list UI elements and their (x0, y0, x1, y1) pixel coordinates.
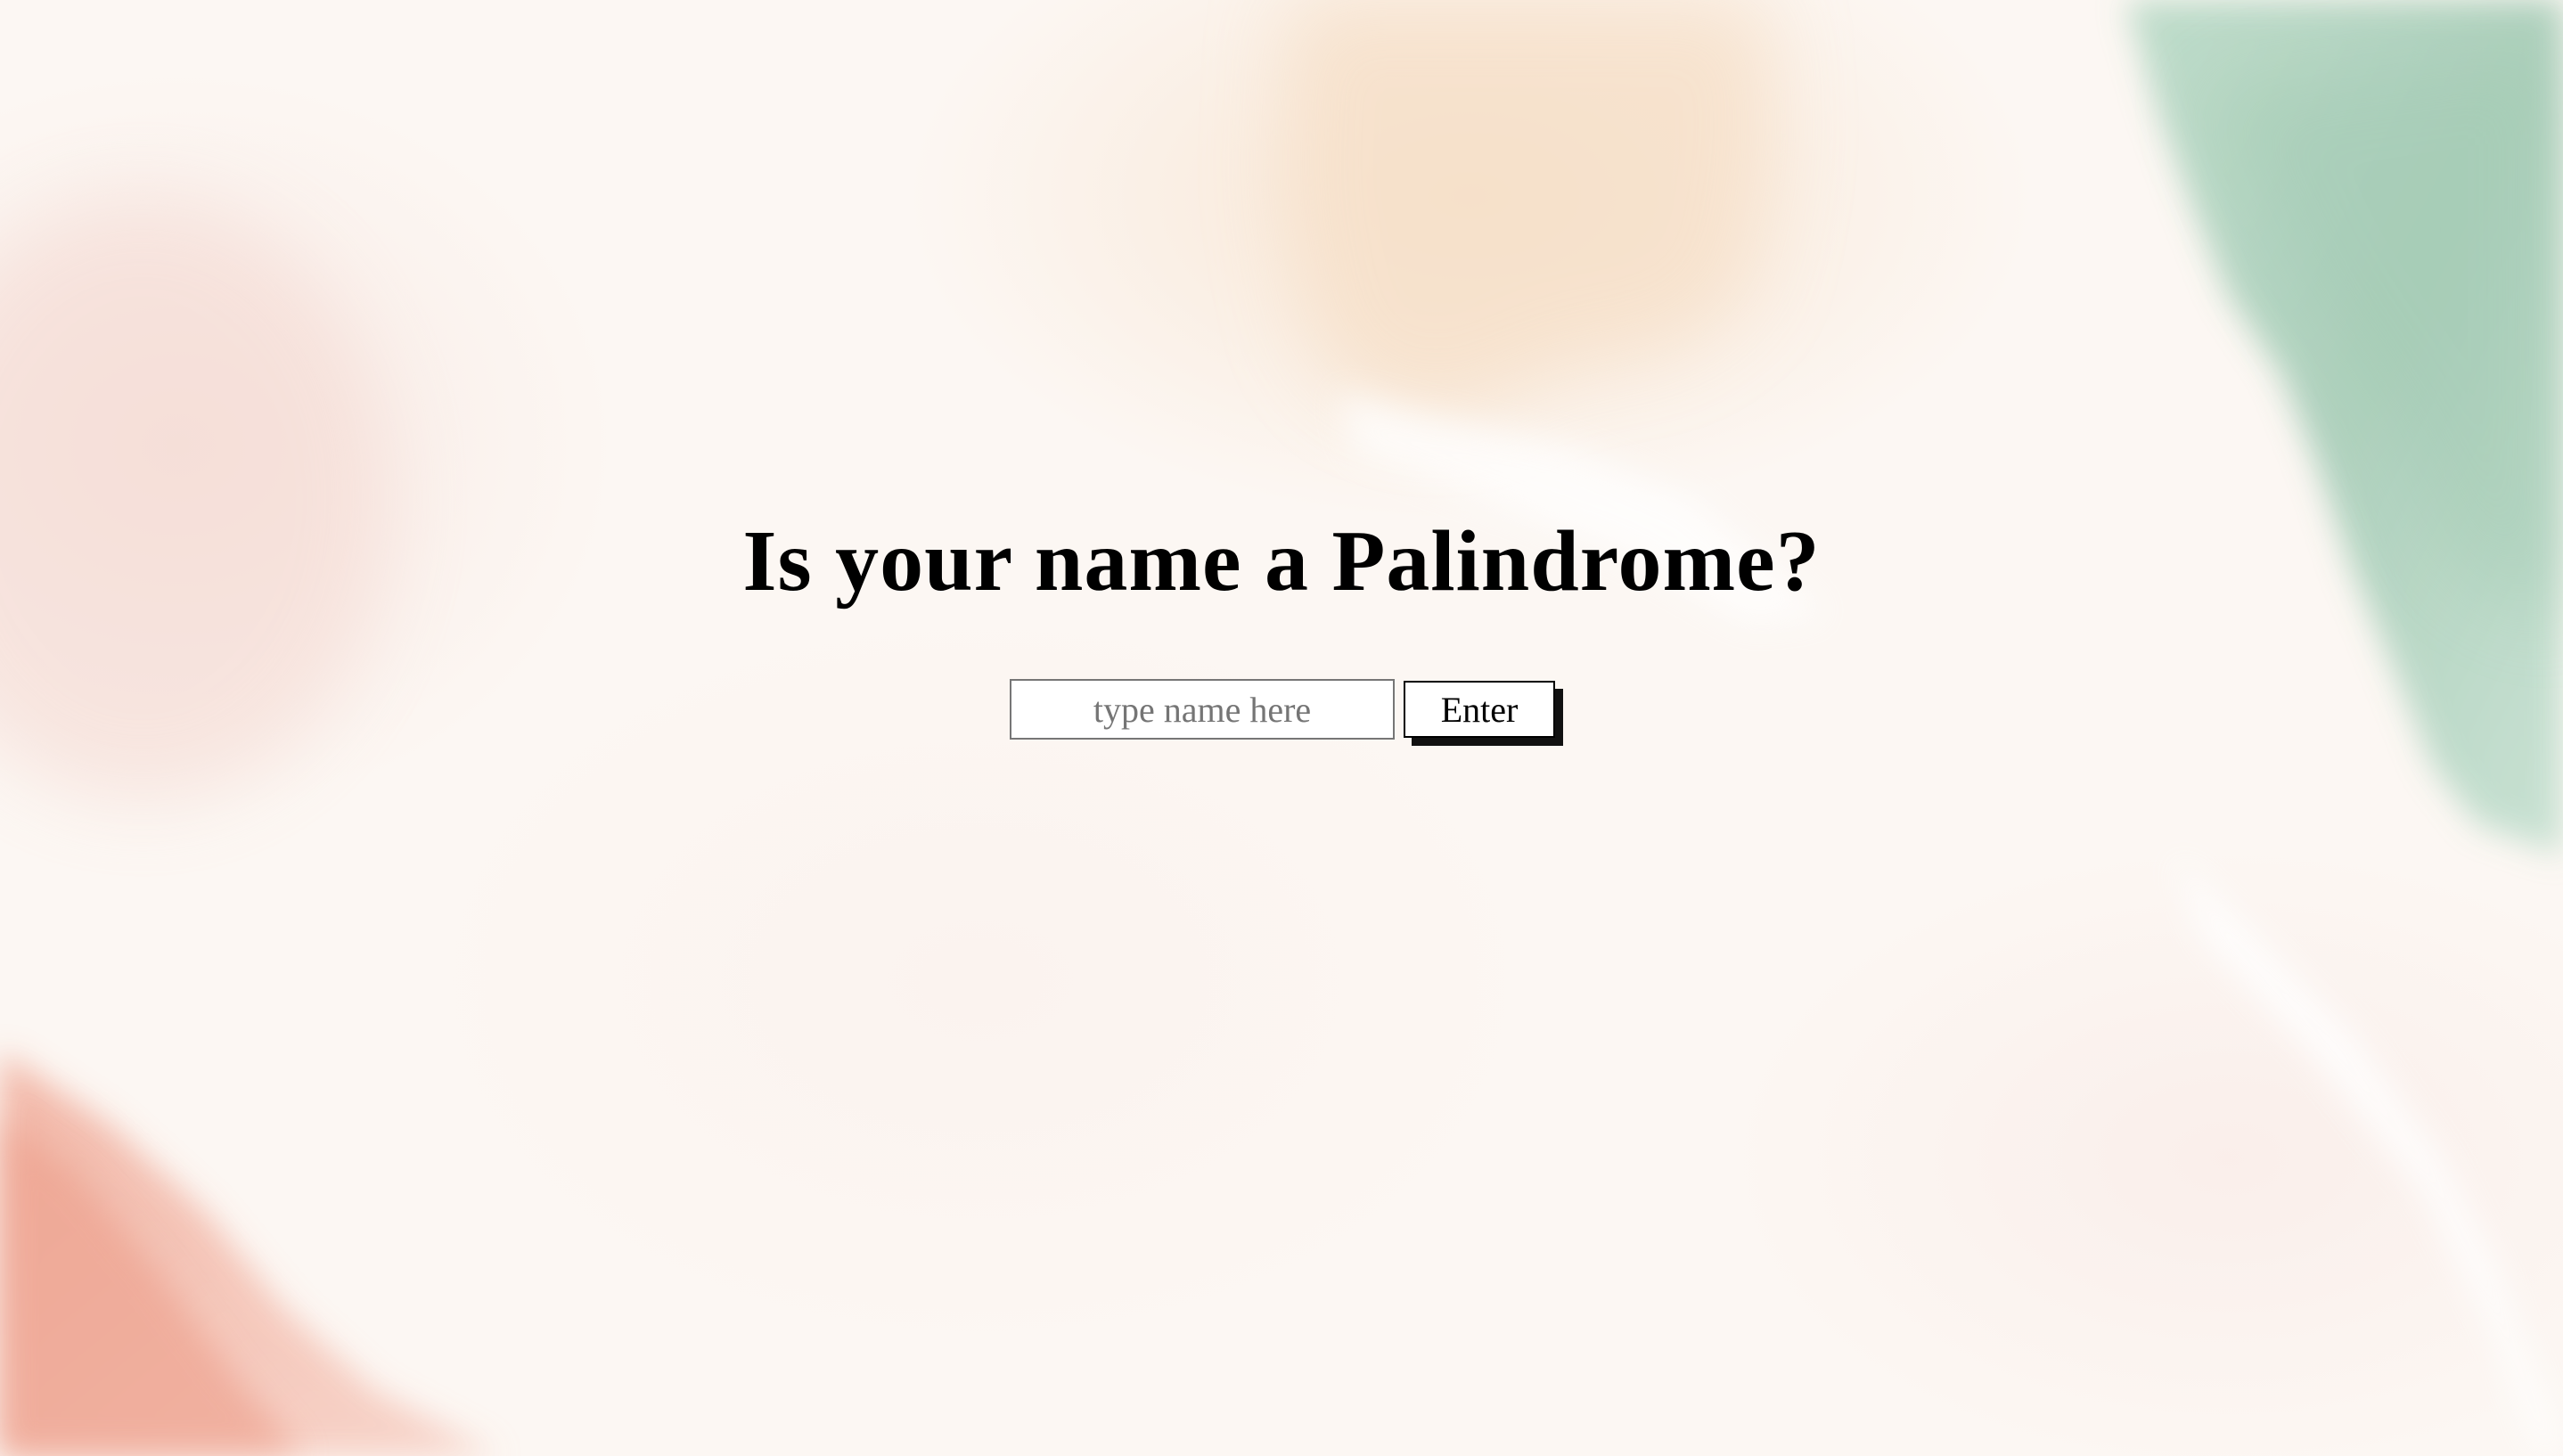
name-form: Enter (1010, 679, 1555, 740)
page-title: Is your name a Palindrome? (742, 513, 1821, 609)
enter-button[interactable]: Enter (1404, 681, 1555, 738)
name-input[interactable] (1010, 679, 1395, 740)
